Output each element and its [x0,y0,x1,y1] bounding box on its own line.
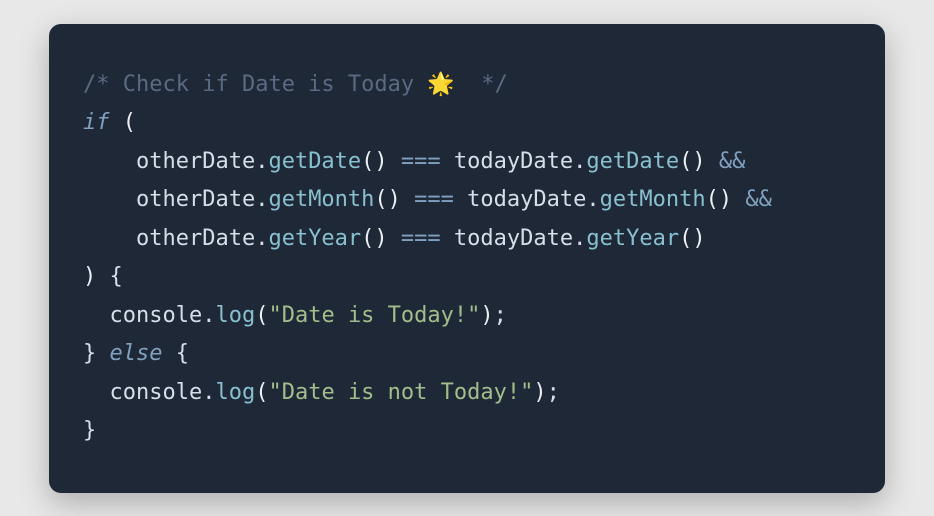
var-todaydate: todayDate [467,187,586,212]
op-and: && [719,149,746,174]
method-getmonth: getMonth [268,187,374,212]
comment-line: /* Check if Date is Today 🌟 */ [83,72,508,97]
star-icon: 🌟 [427,72,454,97]
comment-text: Check if Date is Today [123,72,428,97]
method-log: log [215,380,255,405]
var-todaydate: todayDate [454,149,573,174]
method-getmonth: getMonth [600,187,706,212]
comment-close: */ [455,72,508,97]
keyword-else: else [110,341,163,366]
method-getyear: getYear [268,226,361,251]
var-console: console [110,380,203,405]
paren-open: ( [123,110,136,135]
op-strict-eq: === [401,226,441,251]
paren-close: ) [83,264,96,289]
comment-open: /* [83,72,123,97]
method-log: log [215,303,255,328]
brace-close: } [83,418,96,443]
op-and: && [745,187,772,212]
var-console: console [110,303,203,328]
brace-close: } [83,341,96,366]
op-strict-eq: === [414,187,454,212]
string-today: "Date is Today!" [268,303,480,328]
brace-open: { [176,341,189,366]
var-todaydate: todayDate [454,226,573,251]
code-block: /* Check if Date is Today 🌟 */ if ( othe… [83,66,851,451]
var-otherdate: otherDate [136,149,255,174]
code-card: /* Check if Date is Today 🌟 */ if ( othe… [49,24,885,493]
method-getdate: getDate [268,149,361,174]
var-otherdate: otherDate [136,187,255,212]
op-strict-eq: === [401,149,441,174]
method-getdate: getDate [586,149,679,174]
method-getyear: getYear [586,226,679,251]
var-otherdate: otherDate [136,226,255,251]
brace-open: { [110,264,123,289]
keyword-if: if [83,110,110,135]
string-not-today: "Date is not Today!" [268,380,533,405]
